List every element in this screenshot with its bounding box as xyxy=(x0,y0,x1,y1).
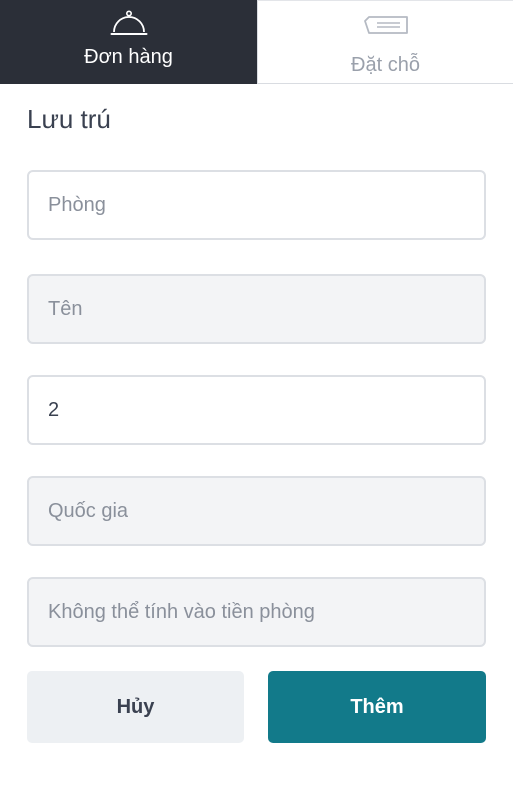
tab-reservations-label: Đặt chỗ xyxy=(351,54,420,76)
cloche-icon xyxy=(110,10,148,43)
ticket-icon xyxy=(363,15,409,42)
name-field[interactable]: Tên xyxy=(27,274,486,344)
tab-orders-label: Đơn hàng xyxy=(84,46,173,68)
guest-count-value: 2 xyxy=(48,399,60,421)
add-button[interactable]: Thêm xyxy=(268,671,486,743)
cancel-button[interactable]: Hủy xyxy=(27,671,244,743)
name-field-placeholder: Tên xyxy=(48,298,83,320)
tab-orders[interactable]: Đơn hàng xyxy=(0,0,257,84)
non-chargeable-field[interactable]: Không thể tính vào tiền phòng xyxy=(27,577,486,647)
form-title: Lưu trú xyxy=(27,104,111,134)
room-field[interactable]: Phòng xyxy=(27,170,486,240)
tab-reservations[interactable]: Đặt chỗ xyxy=(257,0,513,84)
tab-bar: Đơn hàng Đặt chỗ xyxy=(0,0,513,84)
country-field-placeholder: Quốc gia xyxy=(48,500,129,522)
room-field-placeholder: Phòng xyxy=(48,194,106,216)
country-field[interactable]: Quốc gia xyxy=(27,476,486,546)
non-chargeable-field-placeholder: Không thể tính vào tiền phòng xyxy=(48,601,315,623)
guest-count-field[interactable]: 2 xyxy=(27,375,486,445)
